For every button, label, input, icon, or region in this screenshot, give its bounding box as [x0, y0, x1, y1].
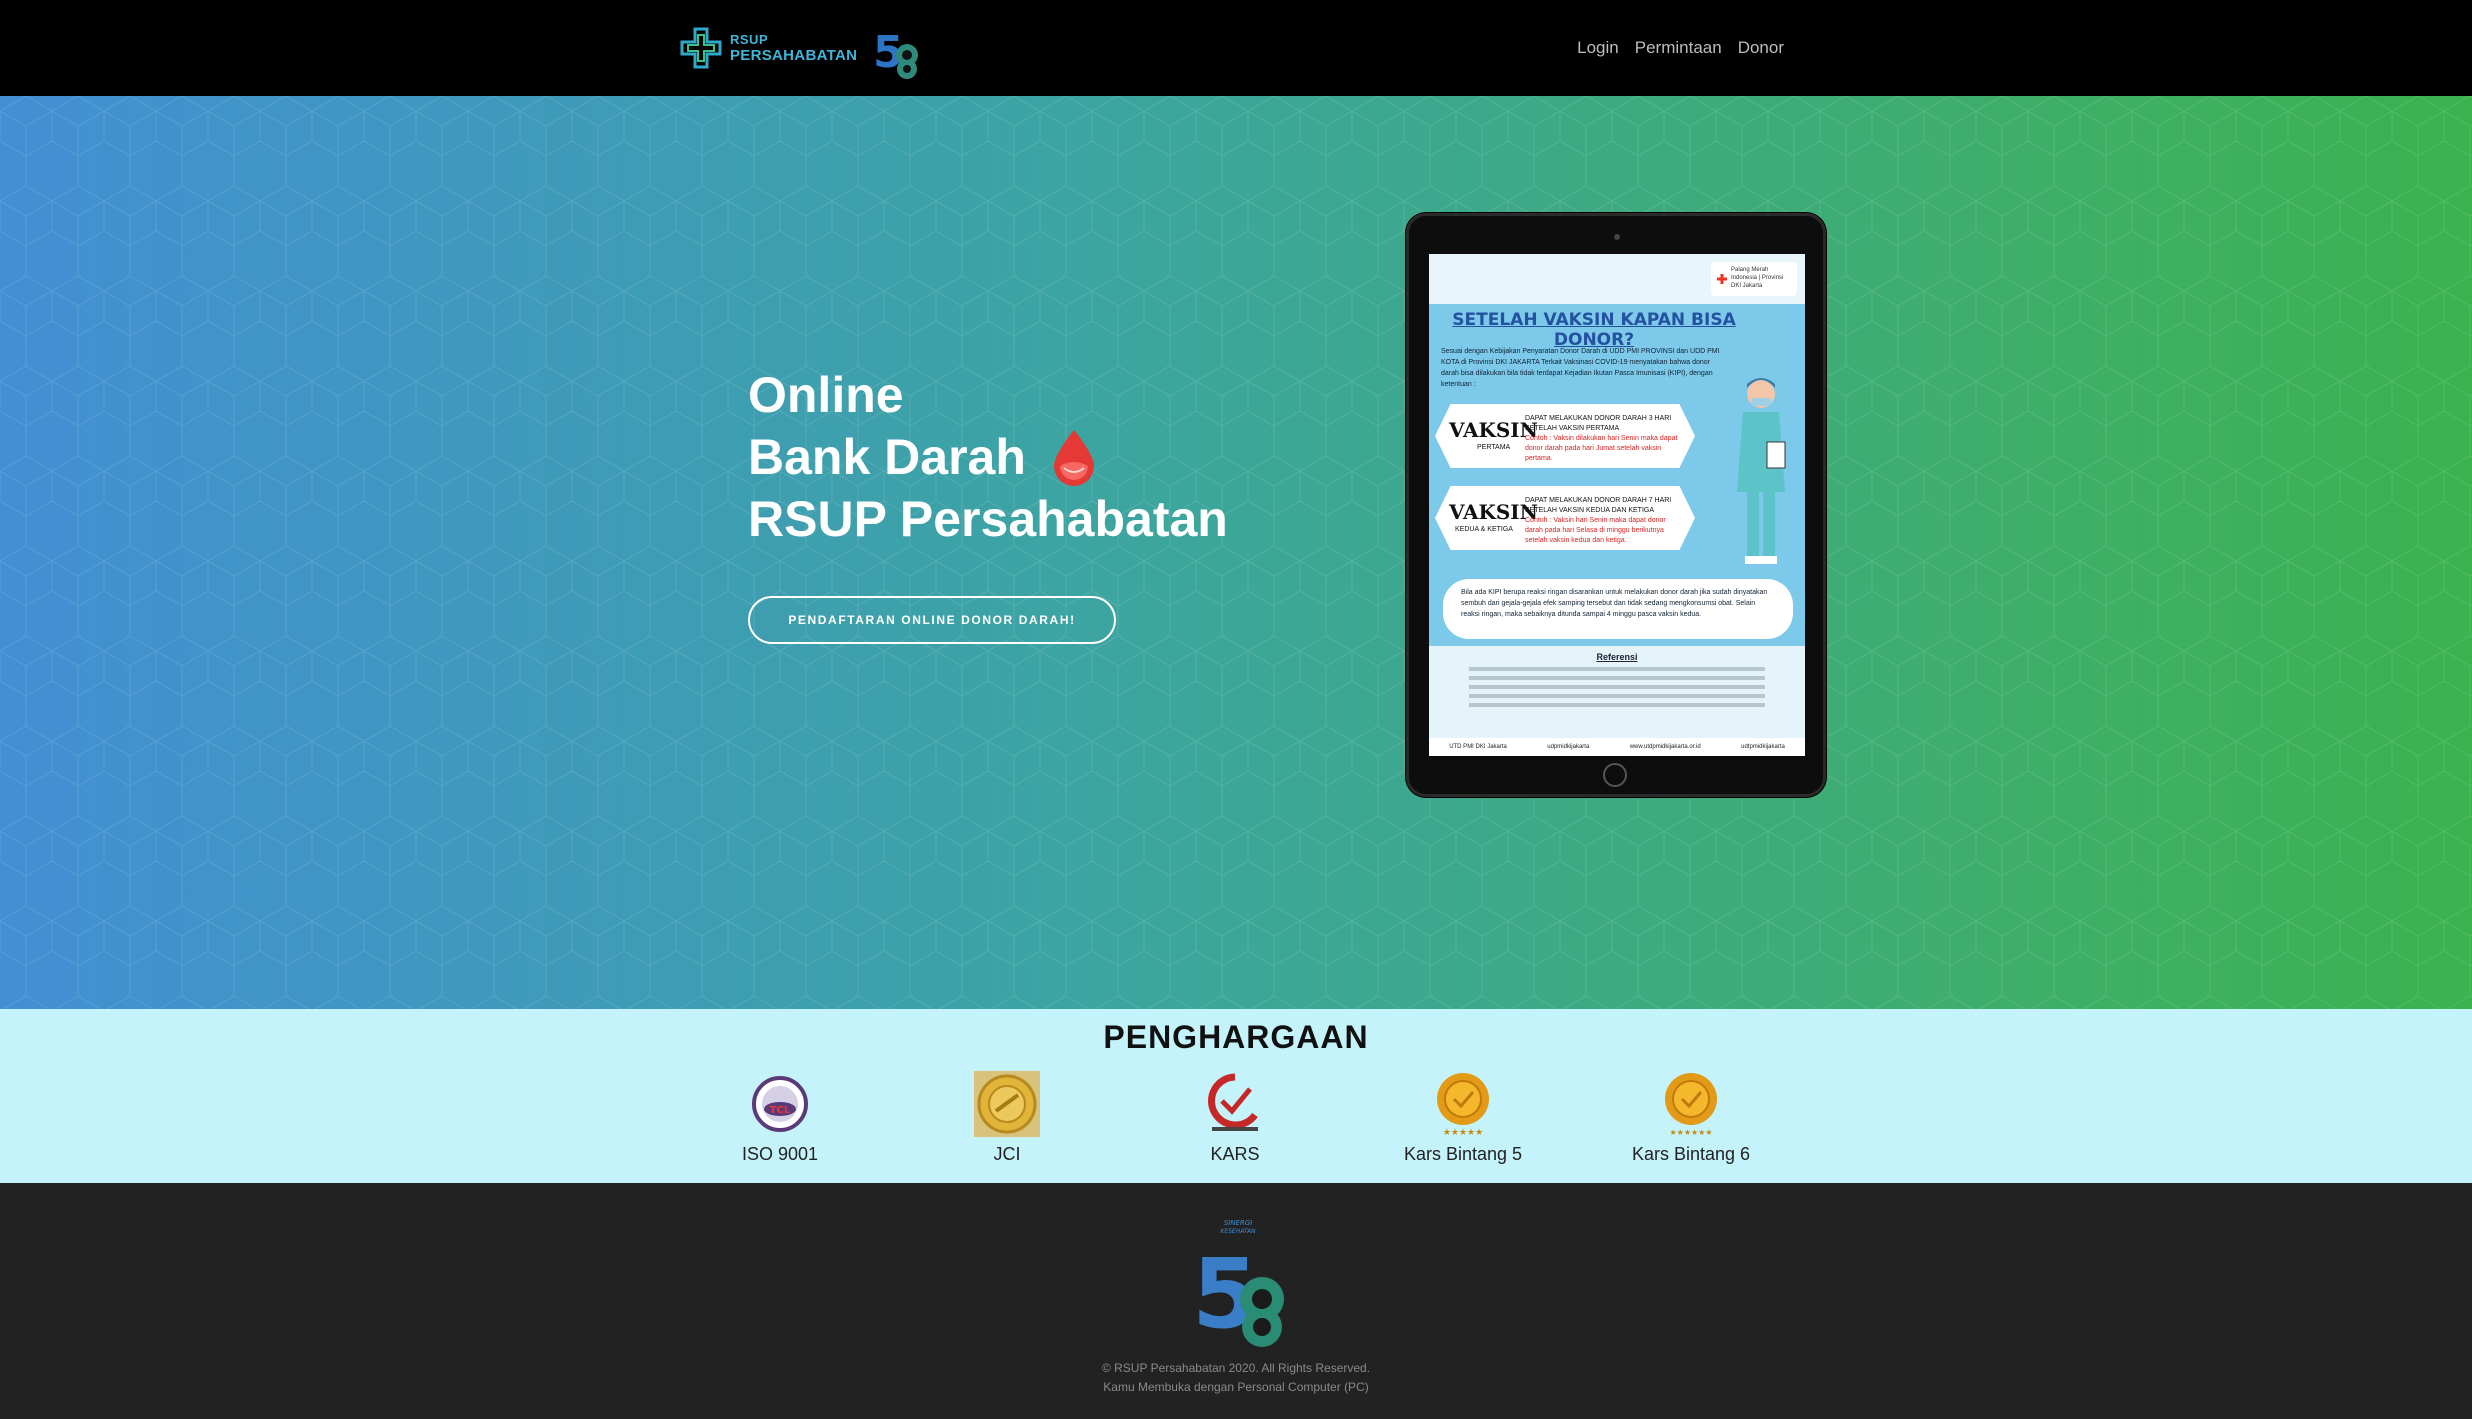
- footer-text: © RSUP Persahabatan 2020. All Rights Res…: [0, 1359, 2472, 1397]
- box1-desc-text: DAPAT MELAKUKAN DONOR DARAH 3 HARI SETEL…: [1525, 415, 1672, 432]
- footer-device-note: Kamu Membuka dengan Personal Computer (P…: [1103, 1380, 1369, 1394]
- kars-6-star-medal-icon: ★★★★★★: [1665, 1073, 1717, 1137]
- box1-desc: DAPAT MELAKUKAN DONOR DARAH 3 HARI SETEL…: [1525, 414, 1685, 464]
- tcl-iso-icon: TCL: [752, 1076, 808, 1132]
- poster-title: SETELAH VAKSIN KAPAN BISA DONOR?: [1452, 310, 1736, 350]
- footer-copyright: © RSUP Persahabatan 2020. All Rights Res…: [1101, 1361, 1371, 1375]
- poster-kipi-note: Bila ada KIPI berupa reaksi ringan disar…: [1443, 579, 1793, 639]
- poster-footer-item: UTD PMI DKI Jakarta: [1449, 744, 1507, 750]
- nav-login-link[interactable]: Login: [1577, 38, 1619, 58]
- nurse-illustration-icon: [1737, 378, 1786, 564]
- jci-gold-seal-icon: [974, 1071, 1040, 1137]
- poster-footer-item: udtpmidkijakarta: [1741, 744, 1785, 750]
- tablet-mockup: Palang Merah Indonesia | Provinsi DKI Ja…: [1406, 213, 1826, 797]
- poster-footer-item: www.utdpmidkijakarta.or.id: [1629, 744, 1701, 750]
- hospital-cross-icon: [680, 27, 722, 69]
- anniversary-58-footer-logo-icon: SINERGI KESEHATAN 5: [1192, 1219, 1284, 1350]
- footer: SINERGI KESEHATAN 5 © RSUP Persahabatan …: [0, 1183, 2472, 1419]
- brand-logo[interactable]: RSUP PERSAHABATAN 5: [678, 14, 919, 82]
- award-kars-bintang-5: ★★★★★ Kars Bintang 5: [1363, 1071, 1563, 1165]
- tablet-home-button: [1603, 763, 1627, 787]
- hexagon-pattern-background: [0, 96, 2472, 1009]
- brand-line1: RSUP: [730, 32, 769, 47]
- pmi-logo: Palang Merah Indonesia | Provinsi DKI Ja…: [1711, 262, 1797, 296]
- nav-donor-link[interactable]: Donor: [1738, 38, 1784, 58]
- nav-permintaan-link[interactable]: Permintaan: [1635, 38, 1722, 58]
- box1-example: Contoh : Vaksin dilakukan hari Senin mak…: [1525, 435, 1678, 462]
- svg-text:TCL: TCL: [770, 1105, 791, 1116]
- hero-title-line2-wrap: Bank Darah: [748, 426, 1228, 488]
- award-label: Kars Bintang 5: [1403, 1144, 1523, 1164]
- kars-logo-icon: [1208, 1073, 1258, 1131]
- svg-text:★★★★★: ★★★★★: [1443, 1128, 1483, 1137]
- tablet-camera: [1614, 234, 1620, 240]
- box2-desc: DAPAT MELAKUKAN DONOR DARAH 7 HARI SETEL…: [1525, 496, 1685, 546]
- hero-title-line1: Online: [748, 367, 904, 423]
- svg-text:KESEHATAN: KESEHATAN: [1220, 1228, 1256, 1235]
- box1-small: PERTAMA: [1477, 444, 1511, 451]
- box2-desc-text: DAPAT MELAKUKAN DONOR DARAH 7 HARI SETEL…: [1525, 497, 1672, 514]
- hero-title-line3: RSUP Persahabatan: [748, 491, 1228, 547]
- hero-title: Online Bank Darah RSUP Persahabatan: [748, 364, 1228, 550]
- award-label: Kars Bintang 6: [1631, 1144, 1751, 1164]
- poster-footer-item: udpmidkijakarta: [1547, 744, 1590, 750]
- award-label: JCI: [993, 1144, 1021, 1164]
- poster-header: Palang Merah Indonesia | Provinsi DKI Ja…: [1429, 254, 1805, 304]
- awards-section: PENGHARGAAN TCL ISO 9001 JCI KARS ★★★★★ …: [0, 1009, 2472, 1183]
- poster-footer: UTD PMI DKI Jakarta udpmidkijakarta www.…: [1429, 738, 1805, 756]
- poster-box-first-vaccine: VAKSIN PERTAMA DAPAT MELAKUKAN DONOR DAR…: [1435, 404, 1695, 468]
- nav-links: Login Permintaan Donor: [1577, 0, 1784, 96]
- svg-text:★★★★★★: ★★★★★★: [1669, 1128, 1712, 1137]
- award-kars: KARS: [1135, 1071, 1335, 1165]
- kars-5-star-medal-icon: ★★★★★: [1437, 1073, 1489, 1138]
- award-label: KARS: [1210, 1144, 1260, 1164]
- award-jci: JCI: [907, 1071, 1107, 1165]
- svg-text:SINERGI: SINERGI: [1224, 1219, 1253, 1227]
- anniversary-58-logo-icon: 5: [873, 27, 919, 79]
- register-donor-button[interactable]: PENDAFTARAN ONLINE DONOR DARAH!: [748, 596, 1116, 644]
- vaccine-donor-poster: Palang Merah Indonesia | Provinsi DKI Ja…: [1429, 254, 1805, 756]
- poster-ref-title: Referensi: [1596, 652, 1638, 662]
- hero-section: Online Bank Darah RSUP Persahabatan PEND…: [0, 96, 2472, 1009]
- awards-title: PENGHARGAAN: [1103, 1019, 1369, 1055]
- box2-small: KEDUA & KETIGA: [1455, 526, 1513, 533]
- blood-drop-icon: [1053, 430, 1094, 486]
- poster-intro: Sesuai dengan Kebijakan Penyaratan Donor…: [1441, 348, 1720, 388]
- box2-example: Contoh : Vaksin hari Senin maka dapat do…: [1525, 517, 1666, 544]
- brand-line2: PERSAHABATAN: [730, 47, 858, 64]
- award-label: ISO 9001: [741, 1144, 819, 1164]
- award-iso-9001: TCL ISO 9001: [680, 1071, 880, 1165]
- award-kars-bintang-6: ★★★★★★ Kars Bintang 6: [1591, 1071, 1791, 1165]
- hero-title-line2: Bank Darah: [748, 429, 1026, 485]
- navbar: RSUP PERSAHABATAN 5 Login Permintaan Don…: [0, 0, 2472, 96]
- poster-box-second-vaccine: VAKSIN KEDUA & KETIGA DAPAT MELAKUKAN DO…: [1435, 486, 1695, 550]
